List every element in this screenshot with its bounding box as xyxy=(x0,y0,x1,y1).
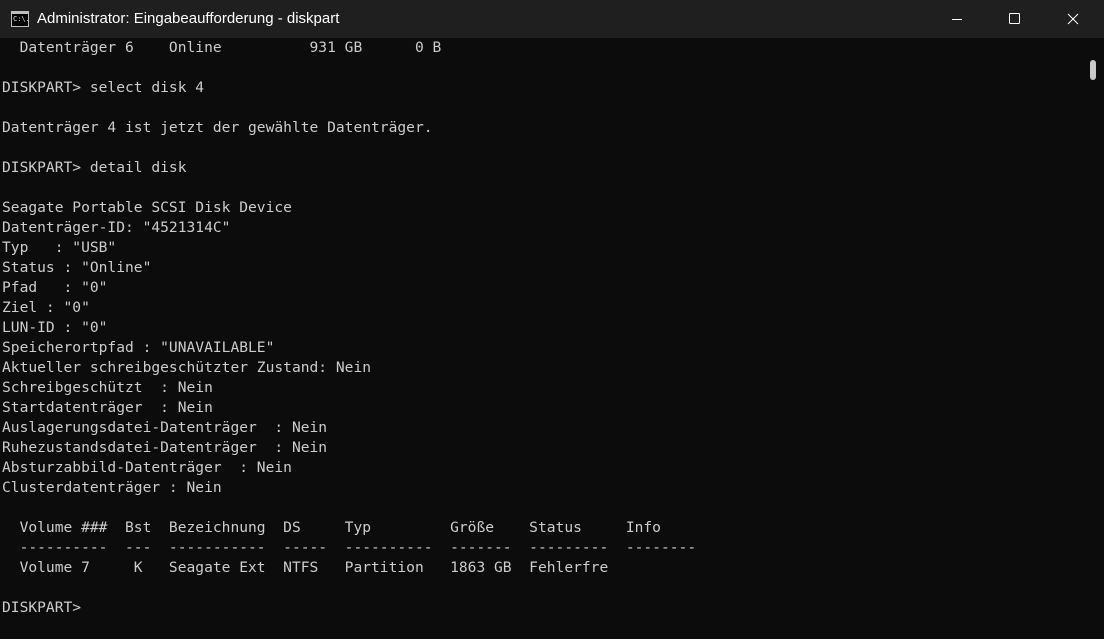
console-line: Status : "Online" xyxy=(2,259,152,276)
console-line: Ziel : "0" xyxy=(2,299,90,316)
console-line: Typ : "USB" xyxy=(2,239,117,256)
terminal-window: C:\. Administrator: Eingabeaufforderung … xyxy=(0,0,1104,639)
console-line: Aktueller schreibgeschützter Zustand: Ne… xyxy=(2,359,372,376)
console-line: Clusterdatenträger : Nein xyxy=(2,479,222,496)
volume-table-separator: ---------- --- ----------- ----- -------… xyxy=(2,539,697,556)
console-line: Auslagerungsdatei-Datenträger : Nein xyxy=(2,419,328,436)
console-line: LUN-ID : "0" xyxy=(2,319,108,336)
console-line: Datenträger-ID: "4521314C" xyxy=(2,219,231,236)
minimize-icon xyxy=(952,19,962,20)
console-output[interactable]: Datenträger 6 Online 931 GB 0 B DISKPART… xyxy=(0,38,1082,639)
close-button[interactable] xyxy=(1044,0,1104,38)
console-line: Startdatenträger : Nein xyxy=(2,399,213,416)
console-line: DISKPART> select disk 4 xyxy=(2,79,205,96)
console-line: Datenträger 6 Online 931 GB 0 B xyxy=(2,39,442,56)
minimize-button[interactable] xyxy=(928,0,986,38)
console-line: Pfad : "0" xyxy=(2,279,108,296)
command-prompt[interactable]: DISKPART> xyxy=(2,598,81,618)
console-line: DISKPART> detail disk xyxy=(2,159,187,176)
window-title: Administrator: Eingabeaufforderung - dis… xyxy=(37,10,340,27)
maximize-button[interactable] xyxy=(986,0,1044,38)
maximize-icon xyxy=(1009,13,1020,24)
console-line: Absturzabbild-Datenträger : Nein xyxy=(2,459,292,476)
console-line: Ruhezustandsdatei-Datenträger : Nein xyxy=(2,439,328,456)
console-line: Datenträger 4 ist jetzt der gewählte Dat… xyxy=(2,119,433,136)
volume-table-header: Volume ### Bst Bezeichnung DS Typ Größe … xyxy=(2,519,661,536)
close-icon xyxy=(1067,13,1079,25)
scrollbar-thumb[interactable] xyxy=(1090,60,1096,80)
cmd-icon: C:\. xyxy=(11,11,29,27)
volume-table-row: Volume 7 K Seagate Ext NTFS Partition 18… xyxy=(2,559,609,576)
title-bar[interactable]: C:\. Administrator: Eingabeaufforderung … xyxy=(0,0,1104,38)
console-line: Speicherortpfad : "UNAVAILABLE" xyxy=(2,339,275,356)
console-line: Seagate Portable SCSI Disk Device xyxy=(2,199,292,216)
vertical-scrollbar[interactable] xyxy=(1082,38,1104,639)
console-line: Schreibgeschützt : Nein xyxy=(2,379,213,396)
